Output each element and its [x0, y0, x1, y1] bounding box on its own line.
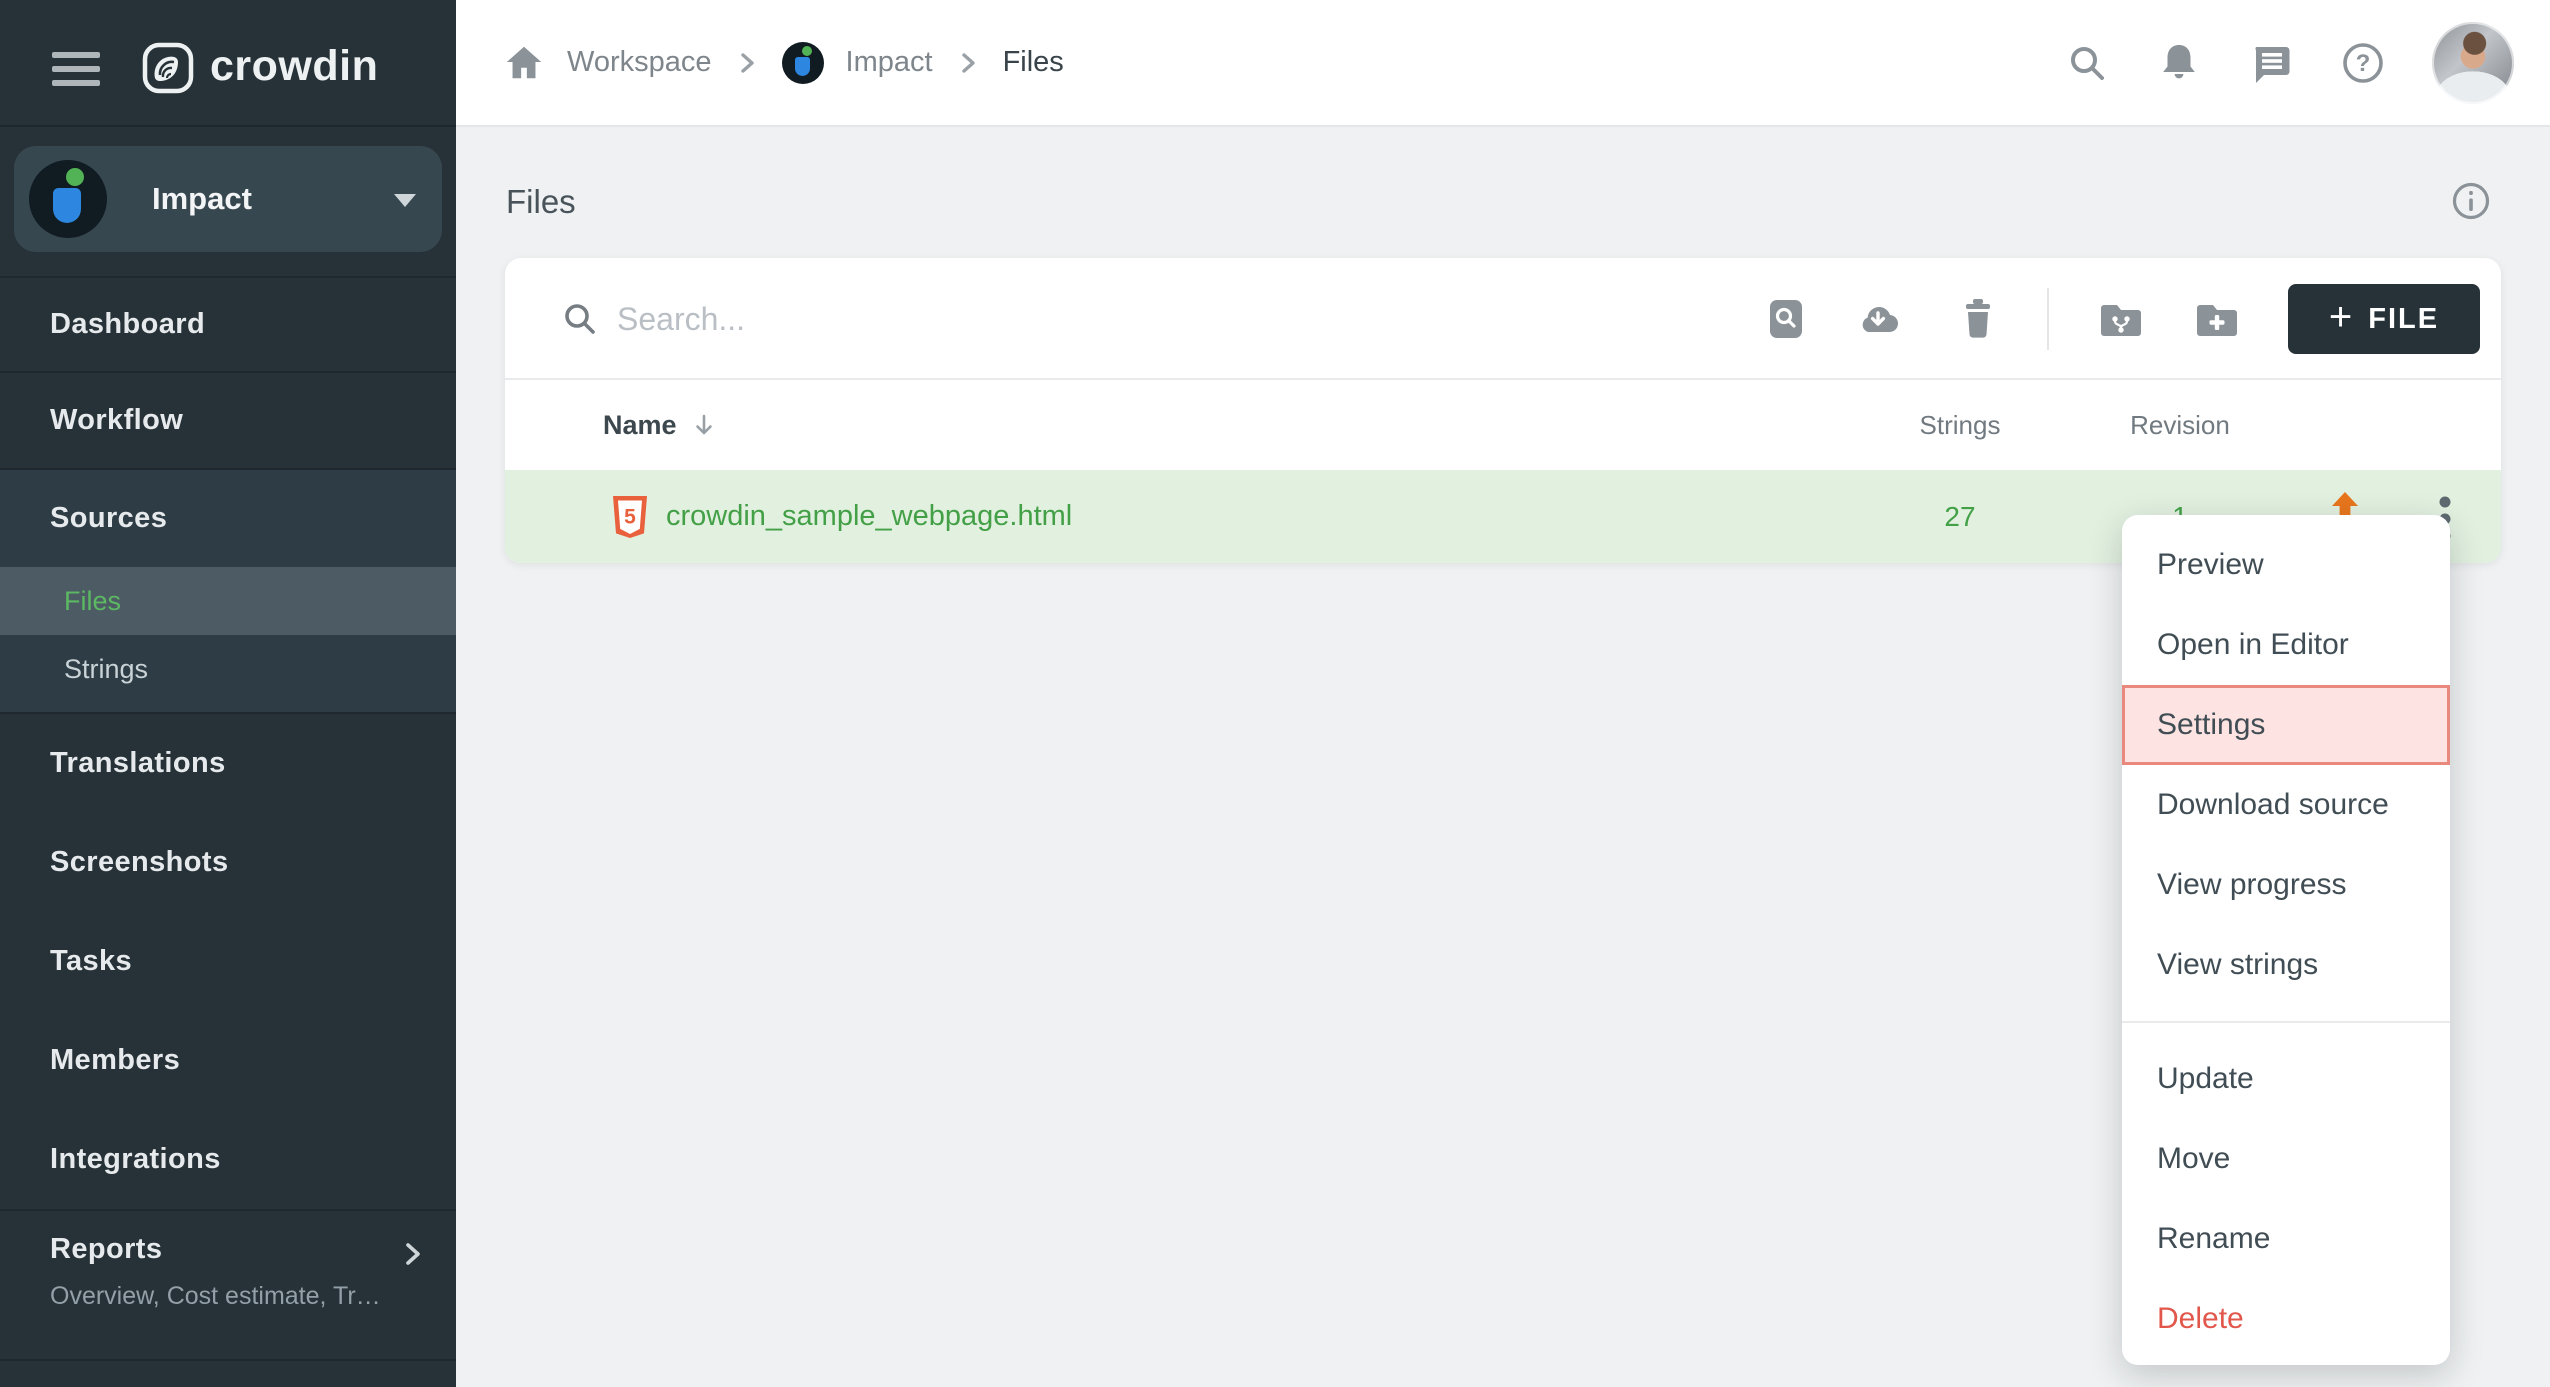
sidebar-item-members[interactable]: Members — [0, 1011, 456, 1110]
file-context-menu: Preview Open in Editor Settings Download… — [2122, 515, 2450, 1365]
search-icon — [560, 299, 600, 339]
sidebar-group: Translations Screenshots Tasks Members I… — [0, 712, 456, 1209]
reports-subtitle: Overview, Cost estimate, Transl… — [50, 1282, 390, 1311]
menu-item-delete[interactable]: Delete — [2122, 1279, 2450, 1359]
sidebar-subitem-label: Strings — [64, 654, 148, 685]
sidebar-item-label: Tasks — [50, 945, 132, 978]
menu-item-update[interactable]: Update — [2122, 1039, 2450, 1119]
sidebar-item-label: Dashboard — [50, 308, 205, 341]
sidebar-item-screenshots[interactable]: Screenshots — [0, 813, 456, 912]
column-label: Name — [603, 410, 677, 441]
info-icon[interactable] — [2451, 181, 2491, 221]
sidebar-item-reports[interactable]: Reports Overview, Cost estimate, Transl… — [0, 1209, 456, 1361]
topbar-actions: ? — [2064, 22, 2550, 104]
breadcrumb-project[interactable]: Impact — [846, 46, 933, 79]
files-toolbar: + FILE — [505, 258, 2501, 380]
menu-item-preview[interactable]: Preview — [2122, 525, 2450, 605]
chevron-right-icon — [955, 50, 981, 76]
sidebar-section-sources: Sources Files Strings — [0, 468, 456, 712]
sidebar-item-tasks[interactable]: Tasks — [0, 912, 456, 1011]
project-avatar — [782, 42, 824, 84]
sidebar-header: crowdin — [0, 0, 456, 127]
add-file-button-label: FILE — [2368, 303, 2439, 336]
menu-divider — [2122, 1021, 2450, 1023]
sidebar-item-label: Members — [50, 1044, 180, 1077]
table-header: Name Strings Revision — [505, 380, 2501, 470]
sidebar-item-workflow[interactable]: Workflow — [0, 371, 456, 468]
menu-item-move[interactable]: Move — [2122, 1119, 2450, 1199]
svg-text:?: ? — [2356, 50, 2371, 77]
project-name: Impact — [152, 146, 252, 252]
help-icon[interactable]: ? — [2340, 40, 2386, 86]
menu-item-open-in-editor[interactable]: Open in Editor — [2122, 605, 2450, 685]
sidebar-item-strings[interactable]: Strings — [0, 635, 456, 703]
sidebar-item-sources[interactable]: Sources — [0, 470, 456, 567]
breadcrumb-workspace[interactable]: Workspace — [567, 46, 712, 79]
project-avatar — [29, 160, 107, 238]
search-icon[interactable] — [2064, 40, 2110, 86]
trash-icon[interactable] — [1955, 296, 2001, 342]
folder-plus-icon[interactable] — [2194, 296, 2240, 342]
project-switcher[interactable]: Impact — [14, 146, 442, 252]
folder-branch-icon[interactable] — [2098, 296, 2144, 342]
crowdin-logo-icon[interactable] — [142, 42, 194, 94]
menu-item-rename[interactable]: Rename — [2122, 1199, 2450, 1279]
bell-icon[interactable] — [2156, 40, 2202, 86]
sidebar-item-files[interactable]: Files — [0, 567, 456, 635]
column-header-strings[interactable]: Strings — [1875, 380, 2045, 470]
chevron-right-icon — [400, 1241, 426, 1267]
column-header-name[interactable]: Name — [603, 380, 717, 470]
toolbar-divider — [2047, 288, 2049, 350]
cloud-download-icon[interactable] — [1855, 296, 1901, 342]
sidebar-nav: Dashboard Workflow Sources Files Strings… — [0, 276, 456, 1361]
html5-file-icon: 5 — [612, 496, 648, 538]
breadcrumb-current: Files — [1003, 46, 1064, 79]
page-title: Files — [506, 183, 576, 221]
page-header: Files — [505, 128, 2501, 258]
svg-text:5: 5 — [624, 506, 636, 529]
chevron-right-icon — [734, 50, 760, 76]
caret-down-icon — [394, 194, 416, 207]
sidebar-item-dashboard[interactable]: Dashboard — [0, 276, 456, 371]
sidebar-item-integrations[interactable]: Integrations — [0, 1110, 456, 1209]
column-header-revision[interactable]: Revision — [2045, 380, 2315, 470]
menu-item-settings[interactable]: Settings — [2122, 685, 2450, 765]
add-file-button[interactable]: + FILE — [2288, 284, 2480, 354]
search-input[interactable] — [617, 288, 1697, 350]
doc-search-icon[interactable] — [1763, 296, 1809, 342]
sidebar-item-label: Workflow — [50, 404, 183, 437]
sidebar-item-translations[interactable]: Translations — [0, 714, 456, 813]
file-strings-count: 27 — [1875, 470, 2045, 563]
breadcrumb: Workspace Impact Files — [456, 42, 1064, 84]
user-avatar[interactable] — [2432, 22, 2514, 104]
sidebar-subitem-label: Files — [64, 586, 121, 617]
sidebar-item-label: Translations — [50, 747, 226, 780]
menu-item-download-source[interactable]: Download source — [2122, 765, 2450, 845]
crowdin-logo-text: crowdin — [210, 42, 378, 91]
sidebar-item-label: Integrations — [50, 1143, 221, 1176]
sidebar-item-label: Reports — [50, 1233, 456, 1266]
sidebar: crowdin Impact Dashboard Workflow Source… — [0, 0, 456, 1387]
chat-icon[interactable] — [2248, 40, 2294, 86]
sort-desc-icon — [691, 412, 717, 438]
file-name-link[interactable]: crowdin_sample_webpage.html — [666, 470, 1072, 563]
hamburger-menu-icon[interactable] — [52, 52, 100, 86]
crowdin-app: Workspace Impact Files ? — [0, 0, 2550, 1387]
home-icon[interactable] — [503, 42, 545, 84]
menu-item-view-strings[interactable]: View strings — [2122, 925, 2450, 1005]
menu-item-view-progress[interactable]: View progress — [2122, 845, 2450, 925]
topbar: Workspace Impact Files ? — [456, 0, 2550, 127]
sidebar-item-label: Screenshots — [50, 846, 228, 879]
